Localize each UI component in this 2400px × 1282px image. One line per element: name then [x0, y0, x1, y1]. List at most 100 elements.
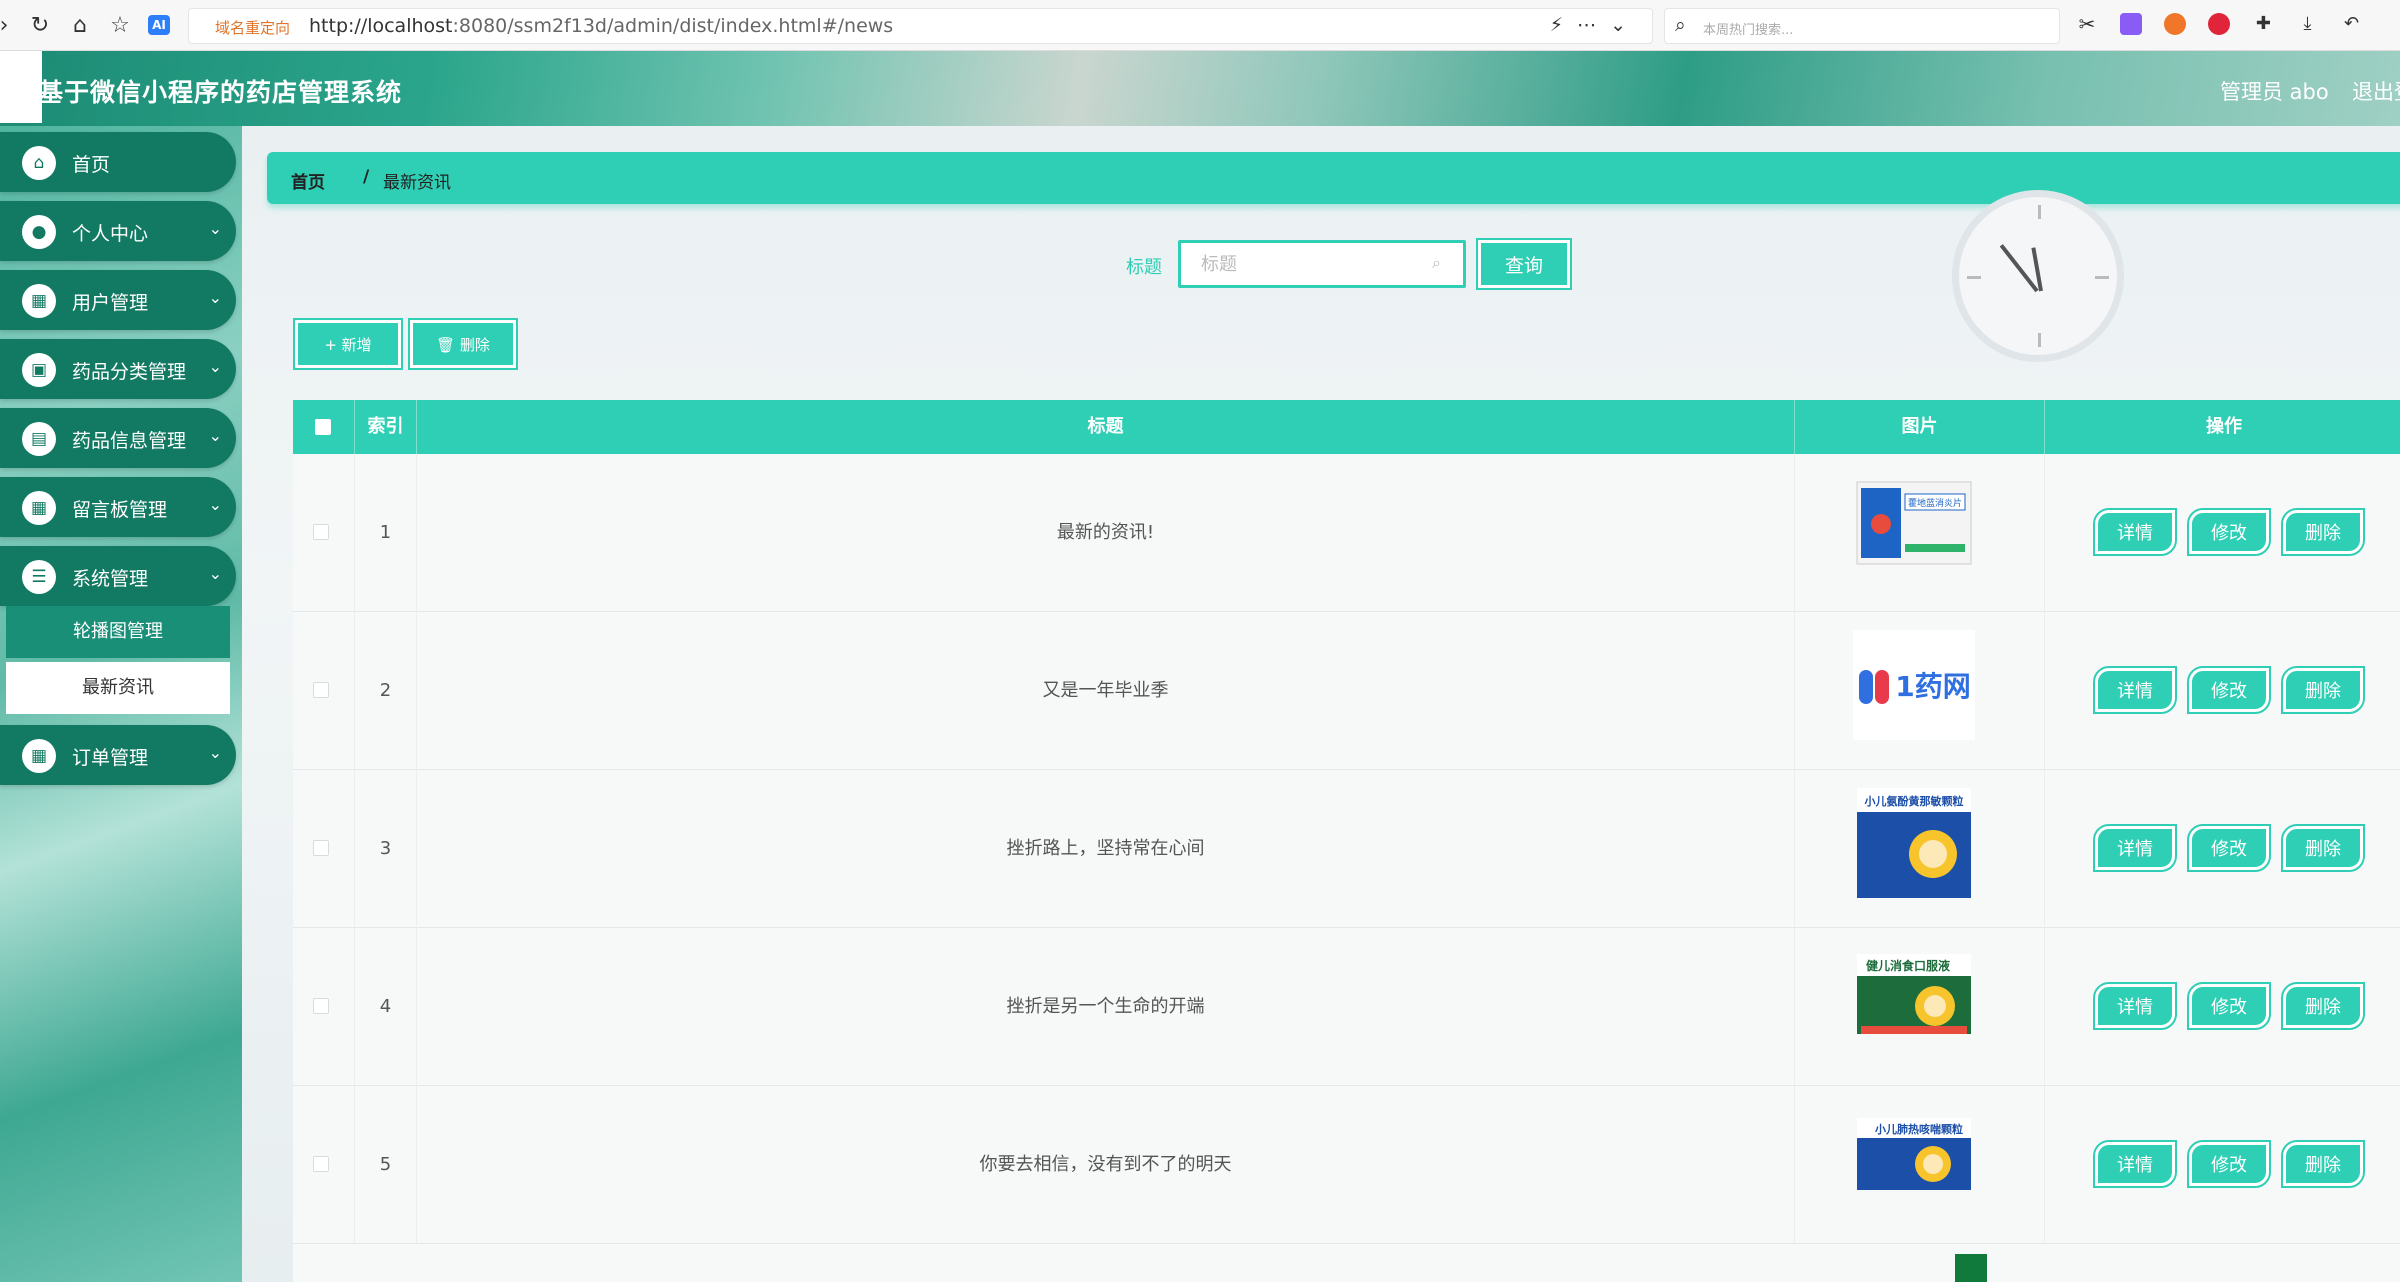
flower-extension-icon[interactable] [2208, 13, 2231, 35]
detail-button[interactable]: 详情 [2093, 982, 2177, 1030]
chevron-down-icon: ⌄ [208, 357, 222, 376]
select-cell [293, 770, 355, 928]
row-checkbox[interactable] [313, 840, 329, 856]
table-header: 索引 标题 图片 操作 [293, 400, 2400, 454]
app-header: 基于微信小程序的药店管理系统 管理员 abo 退出登 [0, 51, 2400, 126]
undo-icon[interactable]: ↶ [2341, 13, 2363, 35]
actions-cell: 详情 修改 删除 [2045, 928, 2400, 1086]
sidebar-item-home[interactable]: ⌂ 首页 [0, 132, 236, 192]
download-icon[interactable]: ⤓ [2296, 13, 2318, 35]
sidebar-item-orders[interactable]: ▦ 订单管理 ⌄ [0, 725, 236, 785]
header-actions: 操作 [2206, 416, 2242, 437]
detail-button[interactable]: 详情 [2093, 824, 2177, 872]
title-cell: 你要去相信，没有到不了的明天 [417, 1086, 1795, 1244]
title-cell: 最新的资讯! [417, 454, 1795, 612]
edit-button[interactable]: 修改 [2187, 824, 2271, 872]
sidebar-item-label: 药品分类管理 [72, 361, 187, 383]
clock-decoration [1952, 190, 2124, 362]
row-checkbox[interactable] [313, 682, 329, 698]
browser-toolbar: › ↻ ⌂ ☆ AI 域名重定向 http://localhost:8080/s… [0, 0, 2400, 51]
box-label: 小儿肺热咳喘颗粒 [1874, 1122, 1963, 1136]
medicine-box-green-image: 健儿消食口服液 [1853, 946, 1975, 1068]
1yao-logo-image: 1药网 [1853, 630, 1975, 752]
address-bar-icons[interactable]: ⚡⋯⌄ [1550, 14, 1640, 36]
title-search-input[interactable] [1178, 240, 1466, 288]
header-image: 图片 [1795, 400, 2045, 454]
row-checkbox[interactable] [313, 1156, 329, 1172]
edit-button[interactable]: 修改 [2187, 666, 2271, 714]
browser-search-box[interactable]: ⌕ 本周热门搜索... [1664, 8, 2060, 44]
wallet-icon: ▣ [22, 353, 56, 387]
sidebar-item-system[interactable]: ☰ 系统管理 ⌄ [0, 546, 236, 606]
delete-button[interactable]: 删除 [2281, 666, 2365, 714]
edit-button[interactable]: 修改 [2187, 508, 2271, 556]
submenu-item-carousel[interactable]: 轮播图管理 [6, 606, 230, 658]
favorite-star-icon[interactable]: ☆ [106, 12, 134, 40]
admin-label: 管理员 abo [2220, 80, 2329, 104]
actions-cell: 详情 修改 删除 [2045, 454, 2400, 612]
delete-button[interactable]: 删除 [2281, 824, 2365, 872]
medicine-box-cartoon-image: 小儿氨酚黄那敏颗粒 [1853, 788, 1975, 910]
clock-tick [2038, 333, 2041, 347]
detail-button[interactable]: 详情 [2093, 508, 2177, 556]
puzzle-icon[interactable]: ✚ [2252, 13, 2274, 35]
delete-button[interactable]: 删除 [2281, 508, 2365, 556]
sidebar-item-drug-info[interactable]: ▤ 药品信息管理 ⌄ [0, 408, 236, 468]
index-cell: 2 [355, 612, 417, 770]
submenu-item-news[interactable]: 最新资讯 [6, 662, 230, 714]
delete-button[interactable]: 删除 [2281, 982, 2365, 1030]
fox-extension-icon[interactable] [2164, 13, 2187, 35]
select-cell [293, 928, 355, 1086]
sidebar-item-personal[interactable]: ● 个人中心 ⌄ [0, 201, 236, 261]
select-cell [293, 454, 355, 612]
table-row: 3 挫折路上，坚持常在心间 详情 修改 删除 小儿氨酚黄那敏颗粒 [293, 770, 2400, 928]
url-text[interactable]: http://localhost:8080/ssm2f13d/admin/dis… [309, 15, 893, 37]
breadcrumb-separator: / [363, 167, 370, 187]
box-label: 小儿氨酚黄那敏颗粒 [1864, 794, 1964, 808]
sliders-icon: ☰ [22, 560, 56, 594]
add-button[interactable]: + 新增 [293, 318, 403, 370]
header-title: 标题 [417, 400, 1795, 454]
query-button[interactable]: 查询 [1476, 238, 1572, 290]
table-row: 4 挫折是另一个生命的开端 详情 修改 删除 健儿消食口服液 [293, 928, 2400, 1086]
address-bar[interactable]: 域名重定向 http://localhost:8080/ssm2f13d/adm… [188, 8, 1653, 44]
header-select-cell [293, 400, 355, 454]
detail-button[interactable]: 详情 [2093, 1140, 2177, 1188]
box-label: 健儿消食口服液 [1866, 958, 1950, 973]
edit-button[interactable]: 修改 [2187, 982, 2271, 1030]
extension-icons: ✂ ✚ ⤓ ↶ [2076, 13, 2380, 39]
sidebar-item-messages[interactable]: ▦ 留言板管理 ⌄ [0, 477, 236, 537]
delete-button[interactable]: 删除 [2281, 1140, 2365, 1188]
logout-link[interactable]: 退出登 [2352, 76, 2400, 106]
batch-delete-button[interactable]: 🗑 删除 [408, 318, 518, 370]
medicine-box-blue-image: 藿地蓝消炎片 [1853, 472, 1975, 594]
clock-tick [2038, 205, 2041, 219]
table-row: 1 最新的资讯! 详情 修改 删除 藿地蓝消炎片 [293, 454, 2400, 612]
search-icon: ⌕ [1432, 253, 1441, 272]
row-checkbox[interactable] [313, 998, 329, 1014]
home-browser-icon[interactable]: ⌂ [66, 12, 94, 40]
breadcrumb-home[interactable]: 首页 [291, 168, 325, 193]
sidebar-item-label: 用户管理 [72, 292, 149, 314]
index-cell: 1 [355, 454, 417, 612]
index-cell: 4 [355, 928, 417, 1086]
sidebar-item-users[interactable]: ▦ 用户管理 ⌄ [0, 270, 236, 330]
ai-assistant-icon[interactable]: AI [148, 15, 170, 35]
row-checkbox[interactable] [313, 524, 329, 540]
clock-tick [1967, 276, 1981, 279]
forward-icon[interactable]: › [0, 12, 18, 40]
table-row: 2 又是一年毕业季 详情 修改 删除 1药网 [293, 612, 2400, 770]
title-cell: 又是一年毕业季 [417, 612, 1795, 770]
title-cell: 挫折是另一个生命的开端 [417, 928, 1795, 1086]
sidebar-item-drug-category[interactable]: ▣ 药品分类管理 ⌄ [0, 339, 236, 399]
chevron-down-icon: ⌄ [208, 219, 222, 238]
translate-extension-icon[interactable] [2120, 13, 2143, 35]
scissors-icon[interactable]: ✂ [2076, 13, 2098, 35]
index-cell: 5 [355, 1086, 417, 1244]
grid-icon: ▦ [22, 491, 56, 525]
select-all-checkbox[interactable] [315, 419, 331, 435]
detail-button[interactable]: 详情 [2093, 666, 2177, 714]
header-notch [0, 51, 42, 123]
edit-button[interactable]: 修改 [2187, 1140, 2271, 1188]
reload-icon[interactable]: ↻ [26, 12, 54, 40]
